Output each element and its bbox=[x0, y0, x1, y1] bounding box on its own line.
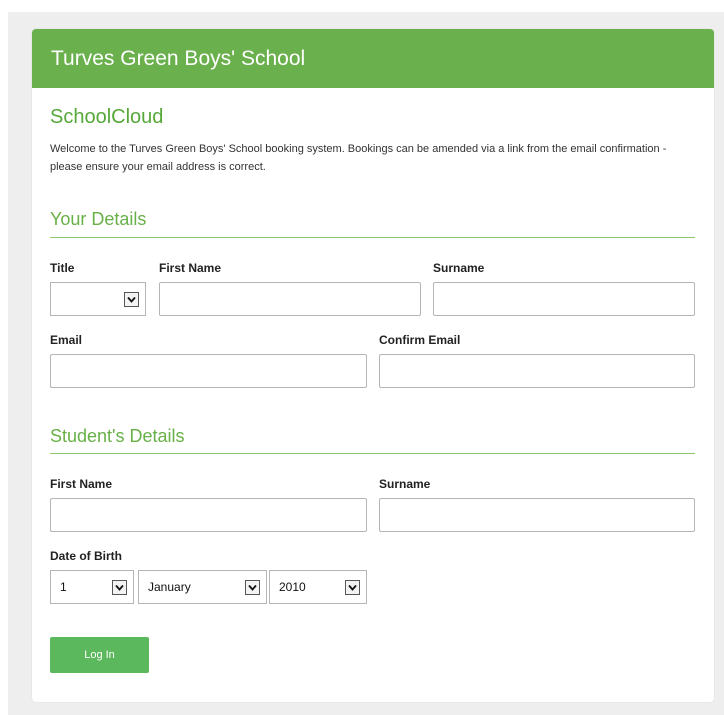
student-first-name-input[interactable] bbox=[50, 498, 367, 532]
confirm-email-input[interactable] bbox=[379, 354, 695, 388]
student-surname-label: Surname bbox=[379, 477, 431, 491]
email-label: Email bbox=[50, 333, 83, 347]
app-title: SchoolCloud bbox=[50, 106, 164, 128]
dob-month-select[interactable]: January bbox=[138, 570, 267, 604]
chevron-down-icon bbox=[124, 292, 139, 307]
your-details-divider bbox=[50, 237, 695, 238]
title-label: Title bbox=[50, 261, 75, 275]
confirm-email-label: Confirm Email bbox=[379, 333, 461, 347]
email-input[interactable] bbox=[50, 354, 367, 388]
dob-day-value: 1 bbox=[60, 580, 67, 594]
chevron-down-icon bbox=[345, 580, 360, 595]
login-button[interactable]: Log In bbox=[50, 637, 149, 673]
chevron-down-icon bbox=[245, 580, 260, 595]
dob-label: Date of Birth bbox=[50, 549, 122, 563]
dob-month-value: January bbox=[148, 580, 191, 594]
surname-input[interactable] bbox=[433, 282, 695, 316]
surname-label: Surname bbox=[433, 261, 485, 275]
school-header: Turves Green Boys' School bbox=[32, 29, 714, 88]
welcome-text: Welcome to the Turves Green Boys' School… bbox=[50, 143, 667, 173]
dob-year-value: 2010 bbox=[279, 580, 306, 594]
title-select[interactable] bbox=[50, 282, 146, 316]
first-name-input[interactable] bbox=[159, 282, 421, 316]
your-details-heading: Your Details bbox=[50, 209, 147, 229]
login-card: Turves Green Boys' School SchoolCloud We… bbox=[32, 29, 714, 702]
dob-day-select[interactable]: 1 bbox=[50, 570, 134, 604]
student-surname-input[interactable] bbox=[379, 498, 695, 532]
chevron-down-icon bbox=[112, 580, 127, 595]
student-details-divider bbox=[50, 453, 695, 454]
student-first-name-label: First Name bbox=[50, 477, 113, 491]
dob-year-select[interactable]: 2010 bbox=[269, 570, 367, 604]
school-name: Turves Green Boys' School bbox=[51, 47, 306, 70]
first-name-label: First Name bbox=[159, 261, 222, 275]
student-details-heading: Student's Details bbox=[50, 426, 185, 446]
